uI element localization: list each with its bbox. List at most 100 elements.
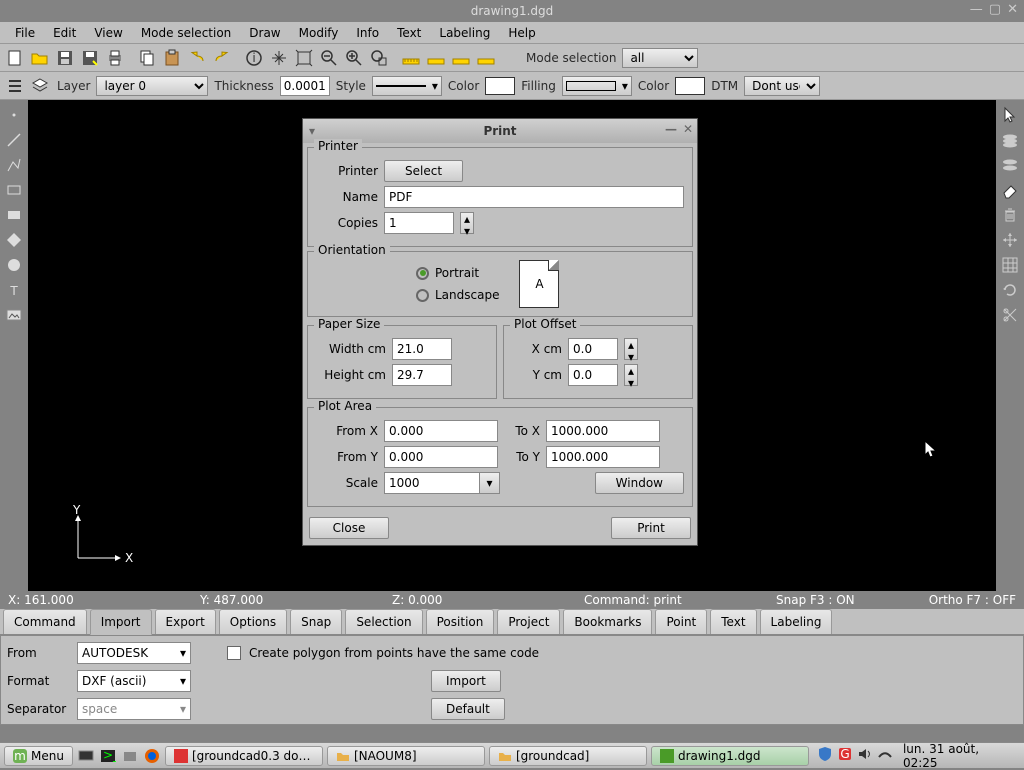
open-folder-icon[interactable] (29, 47, 51, 69)
zoom-window-icon[interactable] (368, 47, 390, 69)
import-format-select[interactable]: DXF (ascii)▾ (77, 670, 191, 692)
paste-icon[interactable] (161, 47, 183, 69)
menu-help[interactable]: Help (499, 23, 544, 43)
files-tray-icon[interactable] (121, 747, 139, 765)
import-button[interactable]: Import (431, 670, 501, 692)
scale-input[interactable] (384, 472, 480, 494)
list-icon[interactable] (4, 75, 26, 97)
circle-tool-icon[interactable] (3, 254, 25, 276)
window-maximize-icon[interactable]: ▢ (989, 2, 1001, 17)
tab-labeling[interactable]: Labeling (760, 609, 833, 634)
close-button[interactable]: Close (309, 517, 389, 539)
copy-icon[interactable] (136, 47, 158, 69)
menu-draw[interactable]: Draw (240, 23, 289, 43)
select-printer-button[interactable]: Select (384, 160, 463, 182)
desktop-tray-icon[interactable] (77, 747, 95, 765)
scale-dropdown-icon[interactable]: ▾ (480, 472, 500, 494)
point-tool-icon[interactable] (3, 104, 25, 126)
dialog-close-icon[interactable]: ✕ (683, 122, 693, 136)
menu-file[interactable]: File (6, 23, 44, 43)
import-from-select[interactable]: AUTODESK▾ (77, 642, 191, 664)
task-groundcad-folder[interactable]: [groundcad] (489, 746, 647, 766)
offset-x-input[interactable] (568, 338, 618, 360)
filling-select[interactable]: ▾ (562, 76, 632, 96)
offset-y-spinner[interactable]: ▴▾ (624, 364, 638, 386)
shield-tray-icon[interactable] (817, 746, 833, 765)
color2-swatch[interactable] (675, 77, 705, 95)
task-naoum8[interactable]: [NAOUM8] (327, 746, 485, 766)
layer-right-icon[interactable] (999, 129, 1021, 151)
firefox-tray-icon[interactable] (143, 747, 161, 765)
menu-mode-selection[interactable]: Mode selection (132, 23, 240, 43)
scissors-icon[interactable] (999, 304, 1021, 326)
offset-y-input[interactable] (568, 364, 618, 386)
tab-options[interactable]: Options (219, 609, 287, 634)
default-button[interactable]: Default (431, 698, 505, 720)
copies-input[interactable] (384, 212, 454, 234)
ruler2-icon[interactable] (425, 47, 447, 69)
thickness-input[interactable] (280, 76, 330, 96)
task-drawing1[interactable]: drawing1.dgd (651, 746, 809, 766)
rotate-icon[interactable] (999, 279, 1021, 301)
fromx-input[interactable] (384, 420, 498, 442)
zoom-in-icon[interactable] (343, 47, 365, 69)
menu-text[interactable]: Text (388, 23, 430, 43)
trash-icon[interactable] (999, 204, 1021, 226)
dialog-minimize-icon[interactable]: — (665, 122, 677, 136)
save-icon[interactable] (54, 47, 76, 69)
start-menu-button[interactable]: m Menu (4, 746, 73, 766)
import-sep-select[interactable]: space▾ (77, 698, 191, 720)
menu-view[interactable]: View (85, 23, 131, 43)
landscape-option[interactable]: Landscape (416, 288, 499, 302)
menu-edit[interactable]: Edit (44, 23, 85, 43)
window-minimize-icon[interactable]: — (970, 2, 983, 17)
paper-height-input[interactable] (392, 364, 452, 386)
eraser-icon[interactable] (999, 179, 1021, 201)
layer-select[interactable]: layer 0 (96, 76, 208, 96)
task-groundcad-doc[interactable]: [groundcad0.3 do… (165, 746, 323, 766)
tool-right-3-icon[interactable] (999, 154, 1021, 176)
tab-bookmarks[interactable]: Bookmarks (563, 609, 652, 634)
text-tool-icon[interactable]: T (3, 279, 25, 301)
redo-icon[interactable] (211, 47, 233, 69)
tab-text[interactable]: Text (710, 609, 756, 634)
import-polygon-checkbox[interactable] (227, 646, 241, 660)
mode-selection-select[interactable]: all (622, 48, 698, 68)
undo-icon[interactable] (186, 47, 208, 69)
new-file-icon[interactable] (4, 47, 26, 69)
save-as-icon[interactable] (79, 47, 101, 69)
toy-input[interactable] (546, 446, 660, 468)
diamond-tool-icon[interactable] (3, 229, 25, 251)
terminal-tray-icon[interactable]: >_ (99, 747, 117, 765)
window-button[interactable]: Window (595, 472, 684, 494)
ruler3-icon[interactable] (450, 47, 472, 69)
portrait-radio-icon[interactable] (416, 267, 429, 280)
style-select[interactable]: ▾ (372, 76, 442, 96)
tab-command[interactable]: Command (3, 609, 87, 634)
copies-spinner[interactable]: ▴▾ (460, 212, 474, 234)
tab-point[interactable]: Point (655, 609, 707, 634)
grid-icon[interactable] (999, 254, 1021, 276)
dtm-select[interactable]: Dont use (744, 76, 820, 96)
ruler4-icon[interactable] (475, 47, 497, 69)
dialog-menu-icon[interactable]: ▾ (309, 124, 315, 138)
taskbar-clock[interactable]: lun. 31 août, 02:25 (897, 742, 1020, 770)
portrait-option[interactable]: Portrait (416, 266, 499, 280)
tab-import[interactable]: Import (90, 609, 152, 635)
print-icon[interactable] (104, 47, 126, 69)
menu-info[interactable]: Info (347, 23, 388, 43)
image-tool-icon[interactable] (3, 304, 25, 326)
printer-name-input[interactable] (384, 186, 684, 208)
rectangle-tool-icon[interactable] (3, 179, 25, 201)
move-right-icon[interactable] (999, 229, 1021, 251)
window-close-icon[interactable]: ✕ (1007, 2, 1018, 17)
paper-width-input[interactable] (392, 338, 452, 360)
line-tool-icon[interactable] (3, 129, 25, 151)
volume-tray-icon[interactable] (857, 746, 873, 765)
tab-project[interactable]: Project (497, 609, 560, 634)
ruler1-icon[interactable] (400, 47, 422, 69)
dialog-titlebar[interactable]: ▾ Print — ✕ (303, 119, 697, 143)
tab-snap[interactable]: Snap (290, 609, 342, 634)
network-tray-icon[interactable] (877, 746, 893, 765)
zoom-extents-icon[interactable] (293, 47, 315, 69)
